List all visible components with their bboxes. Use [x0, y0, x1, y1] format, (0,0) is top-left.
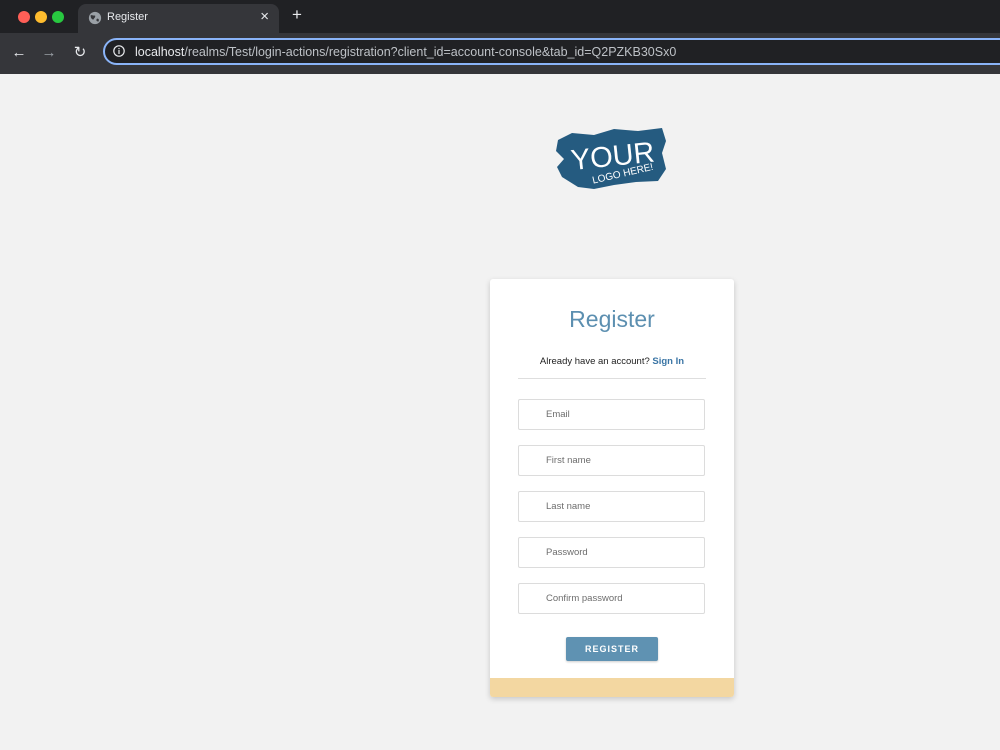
back-arrow-icon[interactable]: ← [9, 43, 29, 63]
already-have-account-text: Already have an account? [539, 356, 650, 367]
first-name-field[interactable] [518, 445, 705, 476]
sign-in-link[interactable]: Sign In [652, 356, 684, 367]
close-window-button[interactable] [18, 11, 30, 23]
tab-title: Register [107, 11, 148, 23]
confirm-password-field[interactable] [518, 583, 705, 614]
company-logo: YOUR LOGO HERE! [556, 128, 666, 189]
browser-chrome: Register × + ← → ↻ localhost/realms/Test… [0, 0, 1000, 74]
browser-toolbar: ← → ↻ localhost/realms/Test/login-action… [0, 33, 1000, 74]
minimize-window-button[interactable] [35, 11, 47, 23]
password-field[interactable] [518, 537, 705, 568]
tab-strip: Register × + [0, 0, 1000, 33]
forward-arrow-icon[interactable]: → [39, 43, 59, 63]
reload-icon[interactable]: ↻ [70, 43, 90, 63]
globe-icon [88, 11, 102, 25]
info-icon[interactable] [113, 45, 125, 57]
register-button[interactable]: REGISTER [566, 637, 658, 661]
url-host: localhost [135, 45, 185, 59]
url-text[interactable]: localhost/realms/Test/login-actions/regi… [135, 45, 676, 59]
maximize-window-button[interactable] [52, 11, 64, 23]
address-bar[interactable]: localhost/realms/Test/login-actions/regi… [103, 38, 1000, 65]
url-path: /realms/Test/login-actions/registration?… [184, 45, 677, 59]
last-name-field[interactable] [518, 491, 705, 522]
card-footer [490, 678, 734, 697]
email-field[interactable] [518, 399, 705, 430]
page-title: Register [569, 306, 655, 332]
close-tab-icon[interactable]: × [260, 8, 269, 26]
registration-card: Register Already have an account? Sign I… [490, 279, 734, 697]
divider [518, 378, 706, 379]
new-tab-button[interactable]: + [288, 4, 306, 26]
sign-in-prompt: Already have an account? Sign In [490, 356, 734, 367]
browser-tab-register[interactable]: Register × [78, 4, 279, 33]
page-content: YOUR LOGO HERE! Register Already have an… [0, 74, 1000, 750]
